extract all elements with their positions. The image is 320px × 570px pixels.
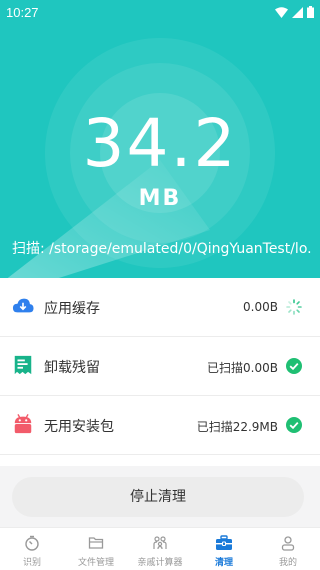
tab-clean[interactable]: 清理	[192, 528, 256, 570]
item-value: 已扫描0.00B	[207, 361, 278, 375]
android-icon	[14, 414, 32, 434]
tab-relative-calculator[interactable]: 亲戚计算器	[128, 528, 192, 570]
signal-icon	[292, 6, 303, 18]
tab-mine[interactable]: 我的	[256, 528, 320, 570]
tab-file-manager[interactable]: 文件管理	[64, 528, 128, 570]
toolbox-icon	[216, 535, 232, 550]
family-icon	[153, 536, 167, 550]
list-item-useless-apk[interactable]: 无用安装包 已扫描22.9MB	[0, 396, 320, 455]
check-circle-icon	[286, 417, 302, 433]
item-label: 应用缓存	[44, 301, 100, 317]
cloud-download-icon	[12, 298, 34, 313]
loading-spinner-icon	[286, 299, 302, 315]
scan-size-value: 34.2	[82, 105, 238, 182]
tab-label: 识别	[22, 558, 41, 568]
tab-label: 我的	[278, 558, 297, 568]
tab-label: 文件管理	[77, 558, 114, 568]
list-item-app-cache[interactable]: 应用缓存 0.00B	[0, 278, 320, 337]
stop-clean-button[interactable]: 停止清理	[12, 477, 304, 517]
status-bar: 10:27	[0, 0, 320, 24]
wifi-icon	[275, 6, 288, 18]
item-label: 无用安装包	[44, 419, 114, 435]
item-value: 0.00B	[243, 300, 278, 314]
tab-label: 亲戚计算器	[137, 558, 183, 568]
scan-hero: 10:27 34.2 MB 扫描: /storage/emulated/0/Qi…	[0, 0, 320, 284]
scan-size-unit: MB	[138, 186, 182, 211]
list-item-uninstall-residue[interactable]: 卸载残留 已扫描0.00B	[0, 337, 320, 396]
receipt-icon	[14, 355, 32, 375]
clean-items-list: 应用缓存 0.00B 卸载残留 已扫描0.00B 无用安装包 已扫描22.9MB	[0, 278, 320, 466]
tab-label: 清理	[214, 558, 233, 568]
bottom-tab-bar: 识别 文件管理 亲戚计算器 清理 我的	[0, 527, 320, 570]
check-circle-icon	[286, 358, 302, 374]
timer-icon	[25, 535, 39, 551]
folder-icon	[88, 537, 104, 549]
person-icon	[281, 536, 295, 551]
tab-recognize[interactable]: 识别	[0, 528, 64, 570]
scan-path-text: 扫描: /storage/emulated/0/QingYuanTest/lo.…	[12, 241, 312, 257]
item-value: 已扫描22.9MB	[196, 420, 278, 434]
item-label: 卸载残留	[44, 360, 100, 376]
status-time: 10:27	[6, 5, 39, 20]
battery-icon	[307, 6, 314, 18]
